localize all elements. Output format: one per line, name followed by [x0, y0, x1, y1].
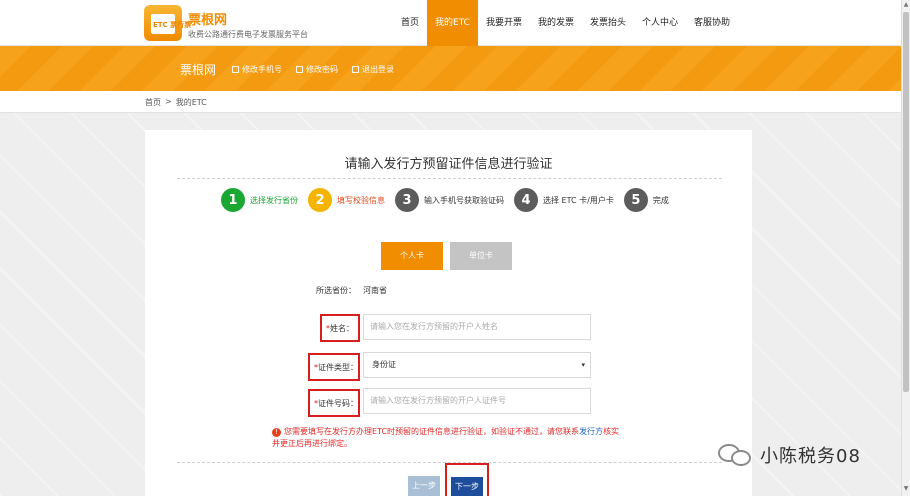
step-4-label: 选择 ETC 卡/用户卡: [543, 195, 614, 205]
nav-home[interactable]: 首页: [393, 0, 427, 46]
page-scrollbar[interactable]: ▲ ▼: [901, 0, 910, 496]
main-nav: 首页 我的ETC 我要开票 我的发票 发票抬头 个人中心 客服协助: [393, 0, 738, 46]
change-password-label: 修改密码: [306, 65, 338, 74]
id-number-label: *证件号码：: [308, 389, 360, 417]
scroll-down-arrow-icon[interactable]: ▼: [902, 485, 910, 495]
step-1: 1 选择发行省份: [221, 188, 298, 212]
step-1-number: 1: [221, 188, 245, 212]
dropdown-arrow-icon: ▾: [581, 361, 585, 369]
logout-label: 退出登录: [362, 65, 394, 74]
province-label: 所选省份：: [316, 286, 356, 295]
logo-text: ETC 票行票: [153, 21, 192, 29]
logout-icon: [352, 66, 359, 73]
nav-issue-invoice[interactable]: 我要开票: [478, 0, 530, 46]
step-3-label: 输入手机号获取验证码: [424, 195, 504, 205]
scroll-up-arrow-icon[interactable]: ▲: [902, 1, 910, 11]
name-label-text: 姓名：: [330, 324, 354, 333]
name-input[interactable]: 请输入您在发行方预留的开户人姓名: [363, 314, 591, 340]
nav-my-invoices[interactable]: 我的发票: [530, 0, 582, 46]
page-title: 请输入发行方预留证件信息进行验证: [344, 157, 553, 172]
province-value: 河南省: [363, 286, 387, 295]
id-number-label-text: 证件号码：: [318, 399, 358, 408]
step-4-number: 4: [514, 188, 538, 212]
watermark-text: 小陈税务08: [760, 446, 861, 467]
step-2-number: 2: [308, 188, 332, 212]
verification-card: 请输入发行方预留证件信息进行验证 1 选择发行省份 2 填写校验信息 3 输入手…: [145, 130, 752, 496]
brand-name: 票根网: [188, 13, 228, 28]
step-5: 5 完成: [623, 188, 669, 212]
issuer-link[interactable]: 发行方: [579, 427, 603, 436]
divider: [177, 178, 722, 179]
step-5-label: 完成: [652, 195, 669, 205]
breadcrumb: 首页 > 我的ETC: [145, 97, 207, 108]
id-type-select[interactable]: 身份证 ▾: [363, 352, 591, 378]
user-banner: 票根网 修改手机号 修改密码 退出登录: [0, 46, 910, 91]
verification-notice: ! 您需要填写在发行方办理ETC时预留的证件信息进行验证，如验证不通过，请您联系发…: [272, 426, 627, 450]
change-phone-label: 修改手机号: [242, 65, 282, 74]
tab-personal-card[interactable]: 个人卡: [381, 242, 443, 270]
nav-support[interactable]: 客服协助: [686, 0, 738, 46]
prev-step-button[interactable]: 上一步: [408, 476, 440, 496]
lock-icon: [296, 66, 303, 73]
change-password-link[interactable]: 修改密码: [296, 64, 338, 75]
step-2: 2 填写校验信息: [308, 188, 385, 212]
step-5-number: 5: [623, 188, 648, 212]
account-links: 修改手机号 修改密码 退出登录: [232, 64, 394, 75]
id-type-label-text: 证件类型：: [318, 363, 358, 372]
step-4: 4 选择 ETC 卡/用户卡: [514, 188, 614, 212]
step-1-label: 选择发行省份: [250, 195, 298, 205]
id-type-label: *证件类型：: [308, 353, 360, 381]
name-label: *姓名：: [320, 314, 360, 342]
watermark: 小陈税务08: [718, 442, 861, 468]
breadcrumb-bar: 首页 > 我的ETC: [0, 91, 910, 113]
brand-subtitle: 收费公路通行费电子发票服务平台: [188, 30, 308, 39]
wechat-icon: [718, 444, 754, 466]
tab-unit-card[interactable]: 单位卡: [450, 242, 512, 270]
breadcrumb-my-etc[interactable]: 我的ETC: [176, 97, 207, 108]
notice-text-before: 您需要填写在发行方办理ETC时预留的证件信息进行验证，如验证不通过，请您联系: [284, 427, 580, 436]
phone-icon: [232, 66, 239, 73]
next-step-highlight: 下一步: [445, 463, 489, 496]
banner-title: 票根网: [180, 63, 217, 77]
step-2-label: 填写校验信息: [337, 195, 385, 205]
step-3-number: 3: [395, 188, 419, 212]
top-header: ETC 票行票 票根网 收费公路通行费电子发票服务平台 首页 我的ETC 我要开…: [0, 0, 910, 46]
nav-personal-center[interactable]: 个人中心: [634, 0, 686, 46]
breadcrumb-separator: >: [165, 97, 172, 106]
logo-icon[interactable]: ETC 票行票: [144, 5, 191, 41]
change-phone-link[interactable]: 修改手机号: [232, 64, 282, 75]
step-indicator: 1 选择发行省份 2 填写校验信息 3 输入手机号获取验证码 4 选择 ETC …: [221, 188, 679, 212]
step-3: 3 输入手机号获取验证码: [395, 188, 504, 212]
scroll-thumb[interactable]: [903, 12, 909, 392]
logout-link[interactable]: 退出登录: [352, 64, 394, 75]
breadcrumb-home[interactable]: 首页: [145, 97, 161, 108]
nav-my-etc[interactable]: 我的ETC: [427, 0, 478, 46]
id-number-input[interactable]: 请输入您在发行方预留的开户人证件号: [363, 388, 591, 414]
next-step-button[interactable]: 下一步: [451, 477, 483, 496]
nav-invoice-title[interactable]: 发票抬头: [582, 0, 634, 46]
warning-icon: !: [272, 428, 281, 437]
id-type-value: 身份证: [372, 360, 396, 369]
